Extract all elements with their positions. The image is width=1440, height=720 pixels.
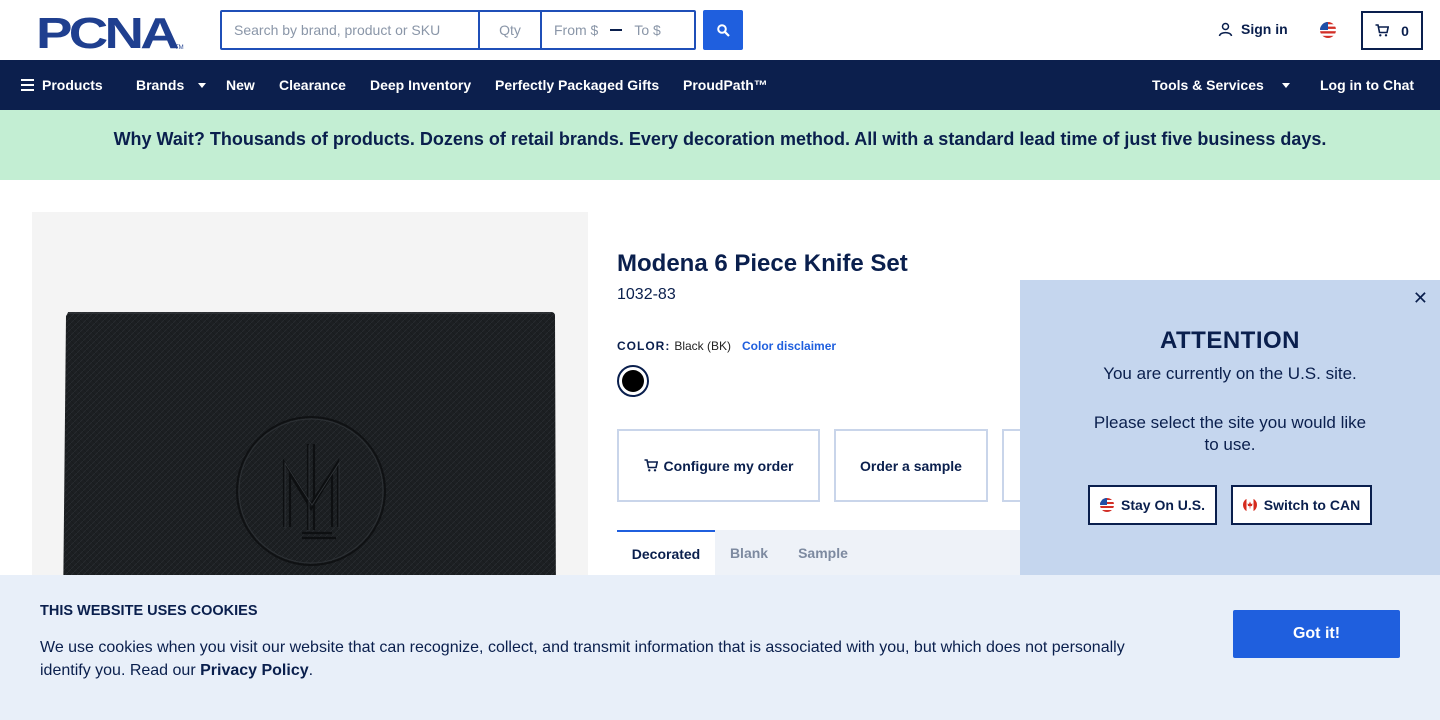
stay-us-button[interactable]: Stay On U.S. bbox=[1088, 485, 1217, 525]
color-disclaimer-link[interactable]: Color disclaimer bbox=[742, 339, 836, 353]
hamburger-icon bbox=[21, 79, 34, 91]
pricing-tabs: Decorated Blank Sample bbox=[617, 530, 1020, 575]
user-icon bbox=[1218, 22, 1233, 36]
nav-proudpath-label: ProudPath™ bbox=[683, 77, 768, 93]
sign-in-link[interactable]: Sign in bbox=[1218, 21, 1288, 37]
popup-title: ATTENTION bbox=[1159, 327, 1301, 354]
svg-text:TM: TM bbox=[175, 45, 184, 50]
configure-order-button[interactable]: Configure my order bbox=[617, 429, 820, 502]
search-button[interactable] bbox=[703, 10, 743, 50]
order-sample-button[interactable]: Order a sample bbox=[834, 429, 988, 502]
cart-icon bbox=[644, 459, 658, 472]
color-label: COLOR: bbox=[617, 339, 671, 353]
color-value: Black (BK) bbox=[674, 339, 732, 353]
tab-sample[interactable]: Sample bbox=[783, 530, 863, 575]
chat-login-label: Log in to Chat bbox=[1320, 77, 1415, 93]
caret-down-icon bbox=[1281, 82, 1290, 88]
search-icon bbox=[716, 23, 730, 37]
cookie-banner: THIS WEBSITE USES COOKIES We use cookies… bbox=[0, 575, 1440, 720]
range-dash bbox=[610, 29, 623, 31]
popup-message-current-site: You are currently on the U.S. site. bbox=[1103, 364, 1357, 383]
us-flag-icon[interactable] bbox=[1320, 22, 1336, 38]
price-range-input[interactable]: From $ To $ bbox=[540, 12, 694, 48]
main-nav: Products Brands New Clearance Deep Inven… bbox=[0, 60, 1440, 110]
nav-tools-label: Tools & Services bbox=[1152, 77, 1264, 93]
order-sample-label: Order a sample bbox=[860, 457, 962, 474]
popup-message-select: Please select the site you would like to… bbox=[1093, 413, 1367, 454]
cart-count: 0 bbox=[1401, 22, 1409, 39]
nav-deep-inventory-label: Deep Inventory bbox=[370, 77, 472, 93]
color-swatch-black[interactable] bbox=[617, 365, 649, 397]
caret-down-icon bbox=[198, 82, 207, 88]
price-to-input[interactable]: To $ bbox=[634, 22, 660, 38]
promo-banner-text: Why Wait? Thousands of products. Dozens … bbox=[113, 129, 1327, 149]
nav-new-label: New bbox=[226, 77, 255, 93]
svg-text:PCNA: PCNA bbox=[36, 12, 179, 50]
cookie-accept-button[interactable]: Got it! bbox=[1233, 610, 1400, 658]
canada-flag-icon bbox=[1242, 498, 1257, 512]
cart-button[interactable]: 0 bbox=[1361, 11, 1423, 50]
top-header: PCNA TM Search by brand, product or SKU … bbox=[0, 0, 1440, 60]
nav-new[interactable]: New bbox=[226, 77, 255, 93]
search-input[interactable]: Search by brand, product or SKU bbox=[222, 12, 478, 48]
price-from-input[interactable]: From $ bbox=[554, 22, 598, 38]
switch-can-button[interactable]: Switch to CAN bbox=[1231, 485, 1372, 525]
nav-tools-services[interactable]: Tools & Services bbox=[1152, 77, 1290, 93]
nav-clearance-label: Clearance bbox=[279, 77, 346, 93]
cookie-text-end: . bbox=[308, 662, 314, 679]
pcna-logo[interactable]: PCNA TM bbox=[36, 9, 184, 58]
promo-banner: Why Wait? Thousands of products. Dozens … bbox=[0, 110, 1440, 180]
swatch-fill bbox=[622, 370, 644, 392]
us-flag-icon bbox=[1099, 498, 1114, 512]
switch-can-label: Switch to CAN bbox=[1263, 497, 1361, 513]
color-row: COLOR: Black (BK) Color disclaimer bbox=[617, 339, 836, 353]
sign-in-label: Sign in bbox=[1241, 21, 1288, 37]
nav-products[interactable]: Products bbox=[21, 77, 103, 93]
nav-clearance[interactable]: Clearance bbox=[279, 77, 346, 93]
cookie-text: We use cookies when you visit our websit… bbox=[40, 636, 1150, 682]
cookie-title: THIS WEBSITE USES COOKIES bbox=[40, 603, 258, 619]
privacy-policy-link[interactable]: Privacy Policy bbox=[200, 662, 309, 679]
nav-gifts-label: Perfectly Packaged Gifts bbox=[495, 77, 660, 93]
nav-gifts[interactable]: Perfectly Packaged Gifts bbox=[495, 77, 659, 93]
product-image[interactable] bbox=[32, 212, 588, 612]
tab-blank[interactable]: Blank bbox=[715, 530, 783, 575]
site-select-popup: ✕ ATTENTION You are currently on the U.S… bbox=[1020, 280, 1440, 575]
nav-brands[interactable]: Brands bbox=[136, 77, 207, 93]
product-sku: 1032-83 bbox=[617, 286, 676, 303]
configure-order-label: Configure my order bbox=[663, 457, 794, 474]
stay-us-label: Stay On U.S. bbox=[1120, 497, 1206, 513]
close-icon[interactable]: ✕ bbox=[1413, 288, 1428, 309]
nav-deep-inventory[interactable]: Deep Inventory bbox=[370, 77, 471, 93]
nav-proudpath[interactable]: ProudPath™ bbox=[683, 77, 768, 93]
cart-icon bbox=[1375, 24, 1390, 37]
tab-decorated[interactable]: Decorated bbox=[617, 530, 715, 575]
product-title: Modena 6 Piece Knife Set bbox=[617, 250, 908, 277]
chat-login-link[interactable]: Log in to Chat bbox=[1320, 77, 1414, 93]
nav-brands-label: Brands bbox=[136, 77, 185, 93]
search-group: Search by brand, product or SKU Qty From… bbox=[220, 10, 696, 50]
qty-input[interactable]: Qty bbox=[478, 12, 540, 48]
nav-products-label: Products bbox=[42, 77, 103, 93]
